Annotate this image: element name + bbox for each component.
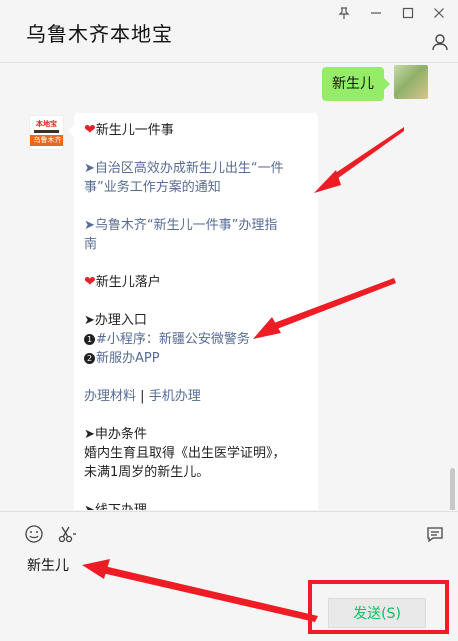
- chat-title: 乌鲁木齐本地宝: [26, 22, 173, 46]
- send-button-highlight-box: [308, 580, 449, 634]
- offline-title: ➤线下办理: [84, 501, 308, 510]
- self-message-bubble[interactable]: 新生儿: [322, 67, 390, 101]
- number-two-icon: 2: [84, 353, 95, 364]
- title-bar: 乌鲁木齐本地宝: [0, 0, 458, 63]
- message-input[interactable]: 新生儿: [27, 555, 69, 575]
- emoji-icon[interactable]: [22, 522, 46, 546]
- heart-icon: ❤: [84, 274, 96, 290]
- profile-icon[interactable]: [428, 30, 452, 54]
- link-work-plan-line1[interactable]: ➤自治区高效办成新生儿出生“一件: [84, 159, 308, 178]
- bot-message-bubble: ❤新生儿一件事 ➤自治区高效办成新生儿出生“一件 事”业务工作方案的通知 ➤乌鲁…: [68, 113, 318, 510]
- entry-title: ➤办理入口: [84, 313, 147, 328]
- link-separator: |: [140, 389, 145, 404]
- entry-miniprogram[interactable]: 1 #小程序：新疆公安微警务: [84, 330, 308, 349]
- link-guide-line2[interactable]: 南: [84, 235, 308, 254]
- number-one-icon: 1: [84, 334, 95, 345]
- avatar-divider: [34, 130, 59, 133]
- bot-avatar[interactable]: 本地宝 乌鲁木齐: [29, 115, 64, 150]
- self-avatar[interactable]: [394, 65, 428, 99]
- scissors-icon[interactable]: [55, 522, 79, 546]
- pin-icon[interactable]: [331, 4, 357, 22]
- minimize-icon[interactable]: [363, 4, 389, 22]
- chat-history-icon[interactable]: [423, 522, 447, 546]
- heart-icon: ❤: [84, 122, 96, 138]
- section-newborn-one-thing: ❤新生儿一件事: [84, 122, 174, 138]
- conditions-title: ➤申办条件: [84, 427, 147, 442]
- materials-link[interactable]: 办理材料: [84, 389, 136, 404]
- message-list[interactable]: 新生儿 本地宝 乌鲁木齐 ❤新生儿一件事 ➤自治区高效办成新生儿出生“一件 事”…: [0, 63, 458, 510]
- link-guide-line1[interactable]: ➤乌鲁木齐“新生儿一件事”办理指: [84, 216, 308, 235]
- link-work-plan-line2[interactable]: 事”业务工作方案的通知: [84, 178, 308, 197]
- conditions-text-line1: 婚内生育且取得《出生医学证明》，: [84, 446, 286, 461]
- mobile-link[interactable]: 手机办理: [149, 389, 201, 404]
- quick-links: 办理材料 | 手机办理: [84, 387, 308, 406]
- section-newborn-registration: ❤新生儿落户: [84, 274, 161, 290]
- close-icon[interactable]: [426, 4, 452, 22]
- conditions-text-line2: 未满1周岁的新生儿。: [84, 465, 210, 480]
- chat-scrollbar[interactable]: [450, 468, 455, 510]
- avatar-logo-text: 本地宝: [36, 120, 57, 128]
- avatar-name-tag: 乌鲁木齐: [30, 135, 63, 146]
- entry-app[interactable]: 2 新服办APP: [84, 349, 308, 368]
- maximize-icon[interactable]: [395, 4, 421, 22]
